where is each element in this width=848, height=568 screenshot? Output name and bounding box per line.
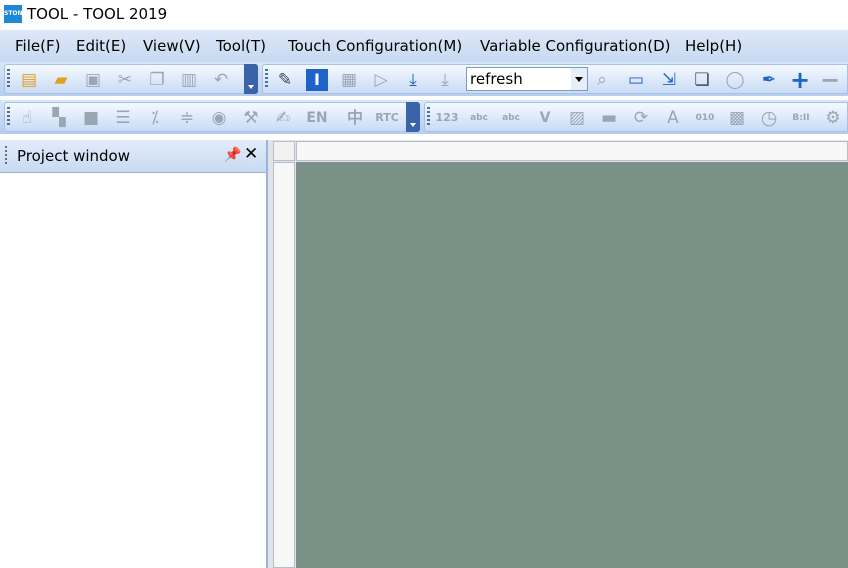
dropper-icon[interactable]: ✒ <box>757 68 781 92</box>
chevron-down-icon[interactable] <box>571 68 587 90</box>
slider-icon[interactable]: ≑ <box>175 106 199 130</box>
close-icon[interactable]: ✕ <box>244 145 258 163</box>
paste-icon[interactable]: ▥ <box>177 68 201 92</box>
serial-port-icon[interactable]: ▭ <box>624 68 648 92</box>
open-folder-icon[interactable]: ▰ <box>49 68 73 92</box>
play-icon[interactable]: ▷ <box>369 68 393 92</box>
menu-bar: File(F) Edit(E) View(V) Tool(T) Touch Co… <box>0 30 848 62</box>
project-window-header: Project window 📌 ✕ <box>0 140 266 173</box>
rtc-icon[interactable]: RTC <box>375 106 399 130</box>
menu-help[interactable]: Help(H) <box>685 37 742 55</box>
menu-edit[interactable]: Edit(E) <box>76 37 126 55</box>
progress-icon[interactable]: ▬ <box>597 106 621 130</box>
square-icon[interactable]: ■ <box>79 106 103 130</box>
chinese-keyboard-icon[interactable]: 中 <box>343 106 367 130</box>
en-keyboard-icon[interactable]: EN <box>305 106 329 130</box>
text-display-icon[interactable]: abc <box>467 106 491 130</box>
hand-icon[interactable]: ☝ <box>15 106 39 130</box>
wrench-icon[interactable]: ⚒ <box>239 106 263 130</box>
vertical-ruler <box>273 162 295 568</box>
refresh-combo[interactable]: refresh <box>466 67 588 91</box>
download-disabled-icon[interactable]: ⤓ <box>433 68 457 92</box>
font-icon[interactable]: A <box>661 106 685 130</box>
project-window-title: Project window <box>17 147 130 165</box>
panel-grip[interactable] <box>5 146 7 166</box>
work-area <box>268 140 848 568</box>
menu-variable-configuration[interactable]: Variable Configuration(D) <box>480 37 670 55</box>
text-cursor-icon[interactable]: I <box>305 68 329 92</box>
pin-icon[interactable]: 📌 <box>224 146 241 164</box>
zoom-icon[interactable]: ◯ <box>723 68 747 92</box>
toolbar-overflow-button[interactable] <box>406 102 420 132</box>
file-toolbar: ▤ ▰ ▣ ✂ ❐ ▥ ↶ <box>4 64 258 94</box>
toolbar-grip[interactable] <box>7 107 10 127</box>
app-logo-icon: STONE <box>4 5 27 23</box>
cut-icon[interactable]: ✂ <box>113 68 137 92</box>
menu-touch-configuration[interactable]: Touch Configuration(M) <box>288 37 462 55</box>
bit-icon[interactable]: 010 <box>693 106 717 130</box>
controls-toolbar: ☝ ▚ ■ ☰ ⁒ ≑ ◉ ⚒ ✍ EN 中 RTC <box>4 102 420 132</box>
toolbar-grip[interactable] <box>7 69 10 89</box>
tools-icon[interactable]: ✎ <box>273 68 297 92</box>
refresh-combo-value: refresh <box>470 70 523 88</box>
download-icon[interactable]: ⤓ <box>401 68 425 92</box>
undo-icon[interactable]: ↶ <box>209 68 233 92</box>
toolbar-grip[interactable] <box>265 69 268 89</box>
clock-icon[interactable]: ◷ <box>757 106 781 130</box>
display-toolbar: 123 abc abc V ▨ ▬ ⟳ A 010 ▩ ◷ B:II ⚙ <box>424 102 848 132</box>
menu-view[interactable]: View(V) <box>143 37 201 55</box>
menu-file[interactable]: File(F) <box>15 37 60 55</box>
save-icon[interactable]: ▣ <box>81 68 105 92</box>
list-icon[interactable]: ☰ <box>111 106 135 130</box>
rotate-icon[interactable]: ⟳ <box>629 106 653 130</box>
edit-toolbar: ✎ I ▦ ▷ ⤓ ⤓ refresh ⌕ ▭ ⇲ ❏ ◯ ✒ + − <box>262 64 848 94</box>
menu-tool[interactable]: Tool(T) <box>216 37 266 55</box>
number-display-icon[interactable]: 123 <box>435 106 459 130</box>
image-icon[interactable]: ▦ <box>337 68 361 92</box>
edit-icon[interactable]: ✍ <box>271 106 295 130</box>
horizontal-ruler <box>296 141 848 161</box>
variable-icon[interactable]: V <box>533 106 557 130</box>
digital-clock-icon[interactable]: B:II <box>789 106 813 130</box>
export-icon[interactable]: ⇲ <box>657 68 681 92</box>
window-title: TOOL - TOOL 2019 <box>27 5 168 23</box>
title-bar: STONE TOOL - TOOL 2019 <box>0 0 848 30</box>
project-window: Project window 📌 ✕ <box>0 140 268 568</box>
design-canvas[interactable] <box>296 162 848 568</box>
text-input-icon[interactable]: abc <box>499 106 523 130</box>
plus-icon[interactable]: + <box>788 68 812 92</box>
toolbar-overflow-button[interactable] <box>244 64 258 94</box>
new-project-icon[interactable]: ▤ <box>17 68 41 92</box>
toolbar-row-1: ▤ ▰ ▣ ✂ ❐ ▥ ↶ ✎ I ▦ ▷ ⤓ ⤓ refresh ⌕ ▭ ⇲ … <box>0 62 848 96</box>
gallery-icon[interactable]: ▩ <box>725 106 749 130</box>
preview-icon[interactable]: ⌕ <box>590 68 614 92</box>
toolbar-row-2: ☝ ▚ ■ ☰ ⁒ ≑ ◉ ⚒ ✍ EN 中 RTC 123 abc abc V… <box>0 100 848 134</box>
ruler-corner <box>273 141 295 161</box>
toolbar-grip[interactable] <box>427 107 430 127</box>
picture-icon[interactable]: ▨ <box>565 106 589 130</box>
window-icon[interactable]: ❏ <box>690 68 714 92</box>
minus-icon[interactable]: − <box>818 68 842 92</box>
settings-icon[interactable]: ⚙ <box>821 106 845 130</box>
grid-icon[interactable]: ▚ <box>47 106 71 130</box>
increment-icon[interactable]: ⁒ <box>143 106 167 130</box>
target-icon[interactable]: ◉ <box>207 106 231 130</box>
copy-icon[interactable]: ❐ <box>145 68 169 92</box>
